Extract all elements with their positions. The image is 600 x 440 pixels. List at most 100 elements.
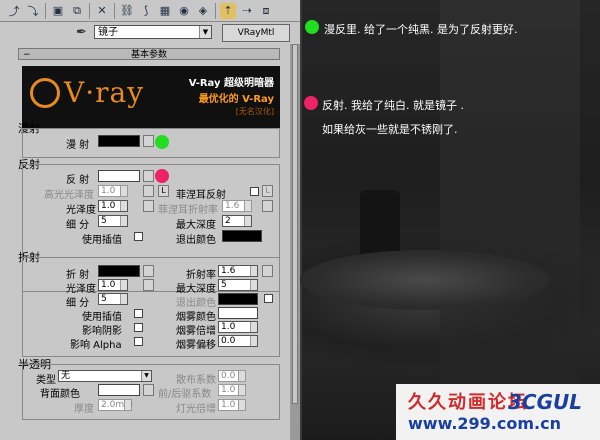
assign-material-icon[interactable]: ▣ [50, 3, 66, 19]
spinner-arrows[interactable] [120, 216, 127, 226]
put-library-icon[interactable]: ⟆ [138, 3, 154, 19]
thickness-spinner[interactable]: 2.0mm [98, 399, 133, 411]
refraction-color-swatch[interactable] [98, 265, 140, 277]
translucency-type-label: 类型 [36, 375, 56, 386]
refr-gloss-map-button[interactable] [143, 279, 154, 291]
spinner-arrows[interactable] [244, 216, 251, 226]
make-unique-icon[interactable]: ⛓ [119, 3, 135, 19]
spinner-arrows[interactable] [238, 371, 245, 381]
refl-use-interp-label: 使用插值 [82, 235, 122, 246]
copy-material-icon[interactable]: ⧉ [69, 3, 85, 19]
chevron-down-icon[interactable]: ▼ [141, 371, 151, 381]
put-to-scene-icon[interactable]: ⤵ [25, 3, 41, 19]
diffuse-map-button[interactable] [143, 135, 154, 147]
fresnel-lock-button[interactable]: L [262, 185, 273, 197]
refl-subdivs-spinner[interactable]: 5 [98, 215, 128, 227]
fog-bias-spinner[interactable]: 0.0 [218, 335, 258, 347]
refl-gloss-map-button[interactable] [143, 200, 154, 212]
spinner-arrows[interactable] [120, 294, 127, 304]
scrollbar-thumb[interactable] [292, 44, 298, 404]
note1-marker-dot [305, 20, 319, 34]
affect-alpha-checkbox[interactable] [134, 337, 143, 346]
material-editor-toolbar: ⤴ ⤵ ▣ ⧉ ✕ ⛓ ⟆ ▦ ◉ ◈ ⇡ ⇢ ⧈ [0, 0, 300, 22]
go-parent-icon[interactable]: ⇡ [220, 2, 236, 19]
refr-subdivs-value: 5 [101, 294, 107, 304]
reflection-color-swatch[interactable] [98, 170, 140, 182]
scatter-coeff-spinner[interactable]: 0.0 [218, 370, 246, 382]
ior-value: 1.6 [221, 266, 236, 276]
material-map-navigator-icon[interactable]: ⧈ [258, 3, 274, 19]
back-color-swatch[interactable] [98, 384, 140, 396]
refr-gloss-value: 1.0 [101, 280, 116, 290]
material-name-field[interactable]: 镜子 ▼ [94, 25, 212, 39]
hilight-lock-button[interactable]: L [158, 185, 169, 197]
fog-mult-label: 烟雾倍增 [176, 326, 216, 337]
fog-bias-value: 0.0 [221, 336, 236, 346]
spinner-arrows[interactable] [238, 400, 245, 410]
hilight-gloss-spinner[interactable]: 1.0 [98, 185, 128, 197]
refl-subdivs-value: 5 [101, 216, 107, 226]
refl-max-depth-spinner[interactable]: 2 [222, 215, 252, 227]
panel-scrollbar[interactable] [290, 44, 300, 440]
rollout-header-basic-params[interactable]: − 基本参数 [18, 48, 280, 60]
fog-mult-spinner[interactable]: 1.0 [218, 321, 258, 333]
chevron-down-icon[interactable]: ▼ [199, 26, 211, 38]
pick-material-icon[interactable]: ⤴ [6, 3, 22, 19]
background-divider [300, 0, 302, 440]
show-map-icon[interactable]: ◉ [176, 3, 192, 19]
refr-subdivs-spinner[interactable]: 5 [98, 293, 128, 305]
spinner-arrows[interactable] [250, 280, 257, 290]
reset-map-icon[interactable]: ✕ [94, 3, 110, 19]
rollout-title: 基本参数 [130, 50, 167, 60]
spinner-arrows[interactable] [120, 201, 127, 211]
spinner-arrows[interactable] [238, 385, 245, 395]
fresnel-checkbox[interactable] [250, 187, 259, 196]
material-type-button[interactable]: VRayMtl [222, 24, 290, 42]
spinner-arrows[interactable] [250, 336, 257, 346]
ior-map-button[interactable] [262, 265, 273, 277]
refl-use-interp-checkbox[interactable] [134, 232, 143, 241]
fresnel-ior-map-button[interactable] [262, 200, 273, 212]
show-end-result-icon[interactable]: ◈ [195, 3, 211, 19]
refraction-map-button[interactable] [143, 265, 154, 277]
eyedropper-icon[interactable]: ✒ [76, 25, 87, 40]
hilight-gloss-map-button[interactable] [143, 185, 154, 197]
effects-channel-icon[interactable]: ▦ [157, 3, 173, 19]
refr-exit-color-checkbox[interactable] [264, 294, 273, 303]
refr-gloss-spinner[interactable]: 1.0 [98, 279, 128, 291]
ior-spinner[interactable]: 1.6 [218, 265, 258, 277]
reflection-map-button[interactable] [143, 170, 154, 182]
collapse-icon: − [23, 50, 31, 60]
vray-logo-banner: V·ray V-Ray 超级明暗器 最优化的 V-Ray [无名汉化] [22, 66, 280, 128]
refr-use-interp-checkbox[interactable] [134, 309, 143, 318]
fog-color-swatch[interactable] [218, 307, 258, 319]
refl-gloss-label: 光泽度 [66, 205, 96, 216]
material-name: 镜子 [98, 27, 118, 38]
fresnel-ior-spinner[interactable]: 1.6 [222, 200, 252, 212]
spinner-arrows[interactable] [250, 322, 257, 332]
back-color-map-button[interactable] [143, 384, 154, 396]
material-name-row: ✒ 镜子 ▼ VRayMtl [0, 22, 300, 44]
affect-shadows-checkbox[interactable] [134, 323, 143, 332]
note-diffuse: 漫反里. 给了一个纯黑. 是为了反射更好. [324, 23, 518, 36]
toolbar-separator [89, 2, 90, 19]
spinner-arrows[interactable] [120, 280, 127, 290]
refl-gloss-spinner[interactable]: 1.0 [98, 200, 128, 212]
spinner-arrows[interactable] [244, 201, 251, 211]
translucency-type-select[interactable]: 无 ▼ [58, 370, 152, 382]
vray-brand: V·ray [64, 76, 145, 109]
diffuse-color-swatch[interactable] [98, 135, 140, 147]
fwd-back-coeff-spinner[interactable]: 1.0 [218, 384, 246, 396]
refr-exit-color-swatch[interactable] [218, 293, 258, 305]
fwd-back-coeff-value: 1.0 [221, 385, 236, 395]
refl-exit-color-swatch[interactable] [222, 230, 262, 242]
spinner-arrows[interactable] [120, 186, 127, 196]
refr-max-depth-spinner[interactable]: 5 [218, 279, 258, 291]
diffuse-marker-dot [155, 135, 169, 149]
translucency-type-value: 无 [61, 371, 71, 381]
go-sibling-icon[interactable]: ⇢ [239, 3, 255, 19]
spinner-arrows[interactable] [250, 266, 257, 276]
watermark-line2: www.299.com.cn [408, 414, 561, 433]
spinner-arrows[interactable] [124, 400, 131, 410]
light-mult-spinner[interactable]: 1.0 [218, 399, 246, 411]
